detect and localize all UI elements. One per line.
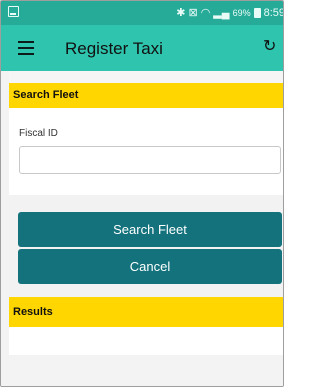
- mute-icon: ⊠: [188, 7, 198, 19]
- battery-percent: 69%: [232, 7, 251, 18]
- left-gutter: [1, 71, 9, 355]
- notification-icon: [8, 6, 19, 17]
- app-toolbar: Register Taxi ↻: [1, 25, 283, 71]
- app-screen: ✱ ⊠ ◠ ▂▄ 69% 8:59 Register Taxi ↻ Search…: [0, 0, 284, 387]
- actions-panel: Search Fleet Cancel: [9, 195, 283, 297]
- bluetooth-icon: ✱: [176, 7, 186, 19]
- bottom-area: [1, 355, 283, 386]
- status-icons: ✱ ⊠ ◠ ▂▄ 69% 8:59: [176, 6, 284, 20]
- results-list: [9, 327, 283, 355]
- search-fleet-header: Search Fleet: [9, 83, 283, 108]
- status-bar: ✱ ⊠ ◠ ▂▄ 69% 8:59: [1, 1, 284, 25]
- results-header: Results: [9, 297, 283, 327]
- clock: 8:59: [263, 6, 284, 19]
- hamburger-menu-icon[interactable]: [18, 41, 34, 55]
- search-form: Fiscal ID: [9, 108, 283, 195]
- refresh-icon[interactable]: ↻: [263, 37, 279, 57]
- fiscal-id-label: Fiscal ID: [19, 128, 58, 139]
- search-fleet-button[interactable]: Search Fleet: [18, 212, 282, 247]
- signal-icon: ▂▄: [213, 7, 230, 19]
- fiscal-id-input[interactable]: [19, 146, 281, 174]
- battery-icon: [253, 7, 261, 18]
- page-title: Register Taxi: [65, 39, 163, 58]
- cancel-button[interactable]: Cancel: [18, 249, 282, 284]
- wifi-icon: ◠: [200, 7, 211, 19]
